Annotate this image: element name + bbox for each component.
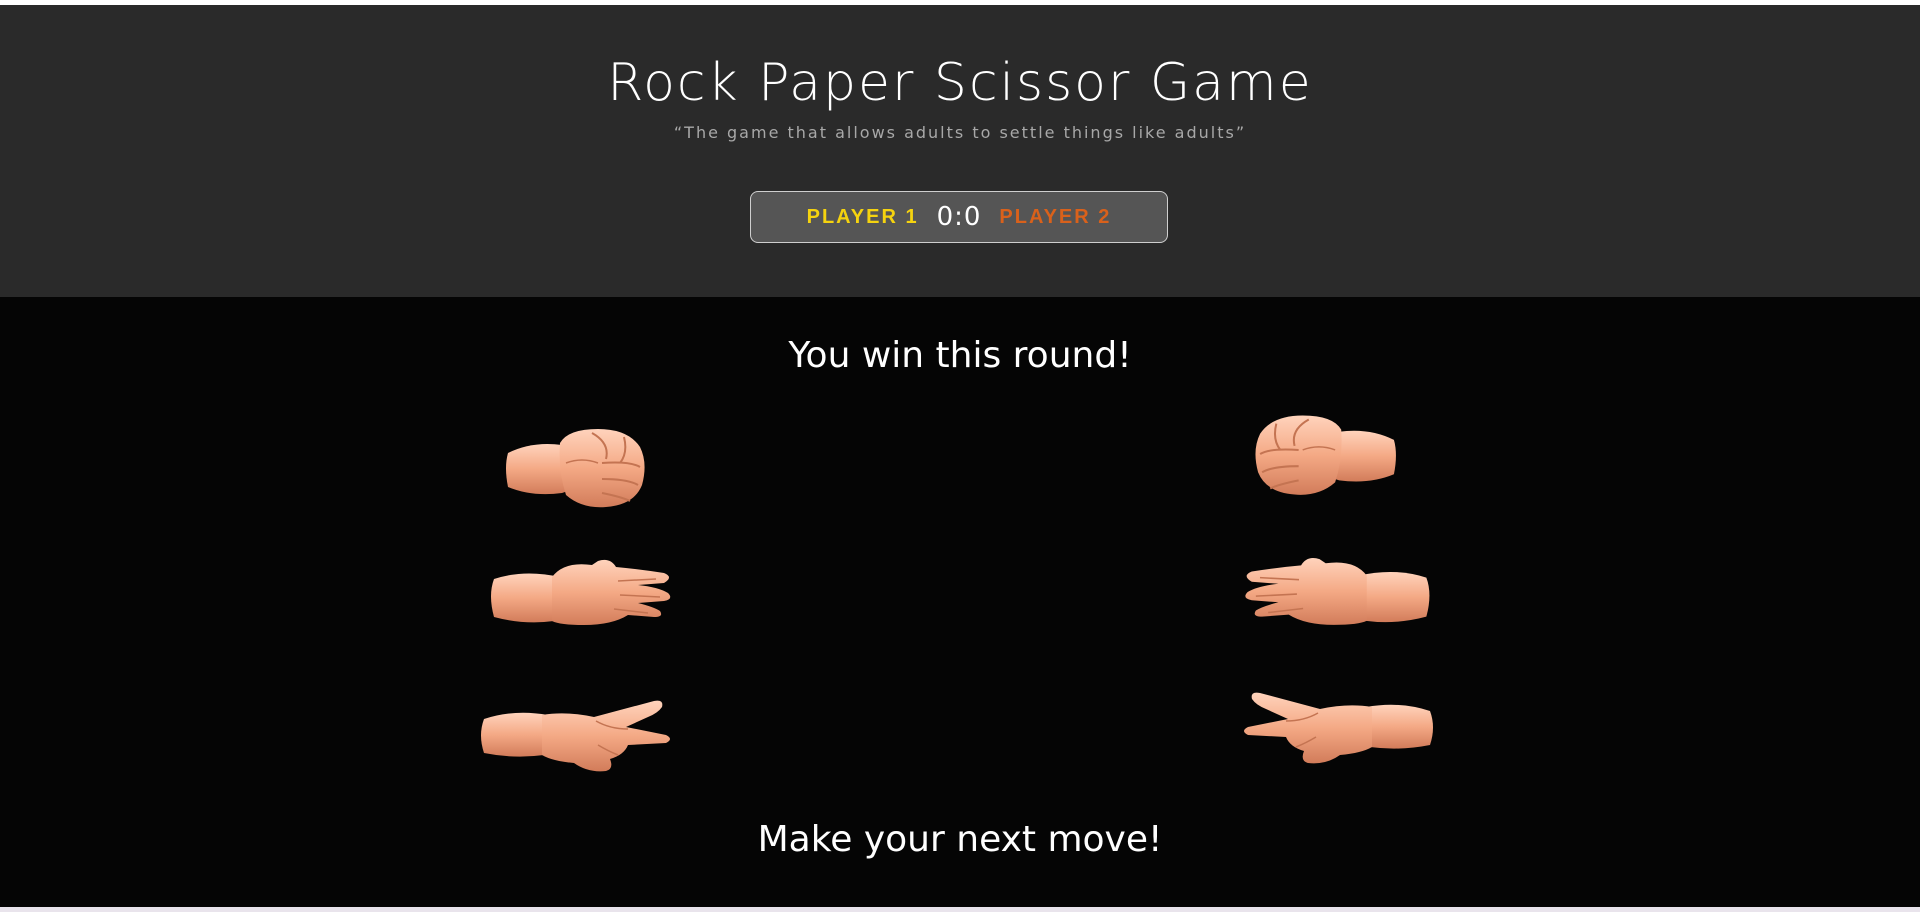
player-1-paper-button[interactable]	[488, 555, 674, 629]
game-arena: You win this round! Make your next move!	[0, 297, 1920, 907]
player-1-scissors-button[interactable]	[478, 699, 674, 773]
player-1-rock-button[interactable]	[502, 423, 648, 509]
page-tagline: “The game that allows adults to settle t…	[673, 123, 1247, 142]
rock-hand-icon	[1255, 415, 1396, 495]
scissors-hand-icon	[481, 700, 670, 772]
player-1-label: PLAYER 1	[806, 205, 919, 228]
player-2-scissors-button[interactable]	[1240, 691, 1436, 765]
paper-hand-icon	[1245, 557, 1430, 625]
page-title: Rock Paper Scissor Game	[607, 53, 1313, 113]
scissors-hand-icon	[1244, 692, 1433, 764]
player-2-paper-button[interactable]	[1240, 553, 1434, 629]
scoreboard: PLAYER 1 0:0 PLAYER 2	[750, 191, 1168, 243]
paper-hand-icon	[491, 559, 671, 625]
page-header: Rock Paper Scissor Game “The game that a…	[0, 5, 1920, 297]
score-display: 0:0	[936, 202, 982, 232]
player-2-rock-button[interactable]	[1252, 409, 1400, 497]
bottom-border	[0, 907, 1920, 912]
player-2-label: PLAYER 2	[999, 205, 1112, 228]
next-move-prompt: Make your next move!	[757, 819, 1163, 860]
round-result-message: You win this round!	[788, 335, 1132, 376]
rock-hand-icon	[506, 429, 645, 508]
